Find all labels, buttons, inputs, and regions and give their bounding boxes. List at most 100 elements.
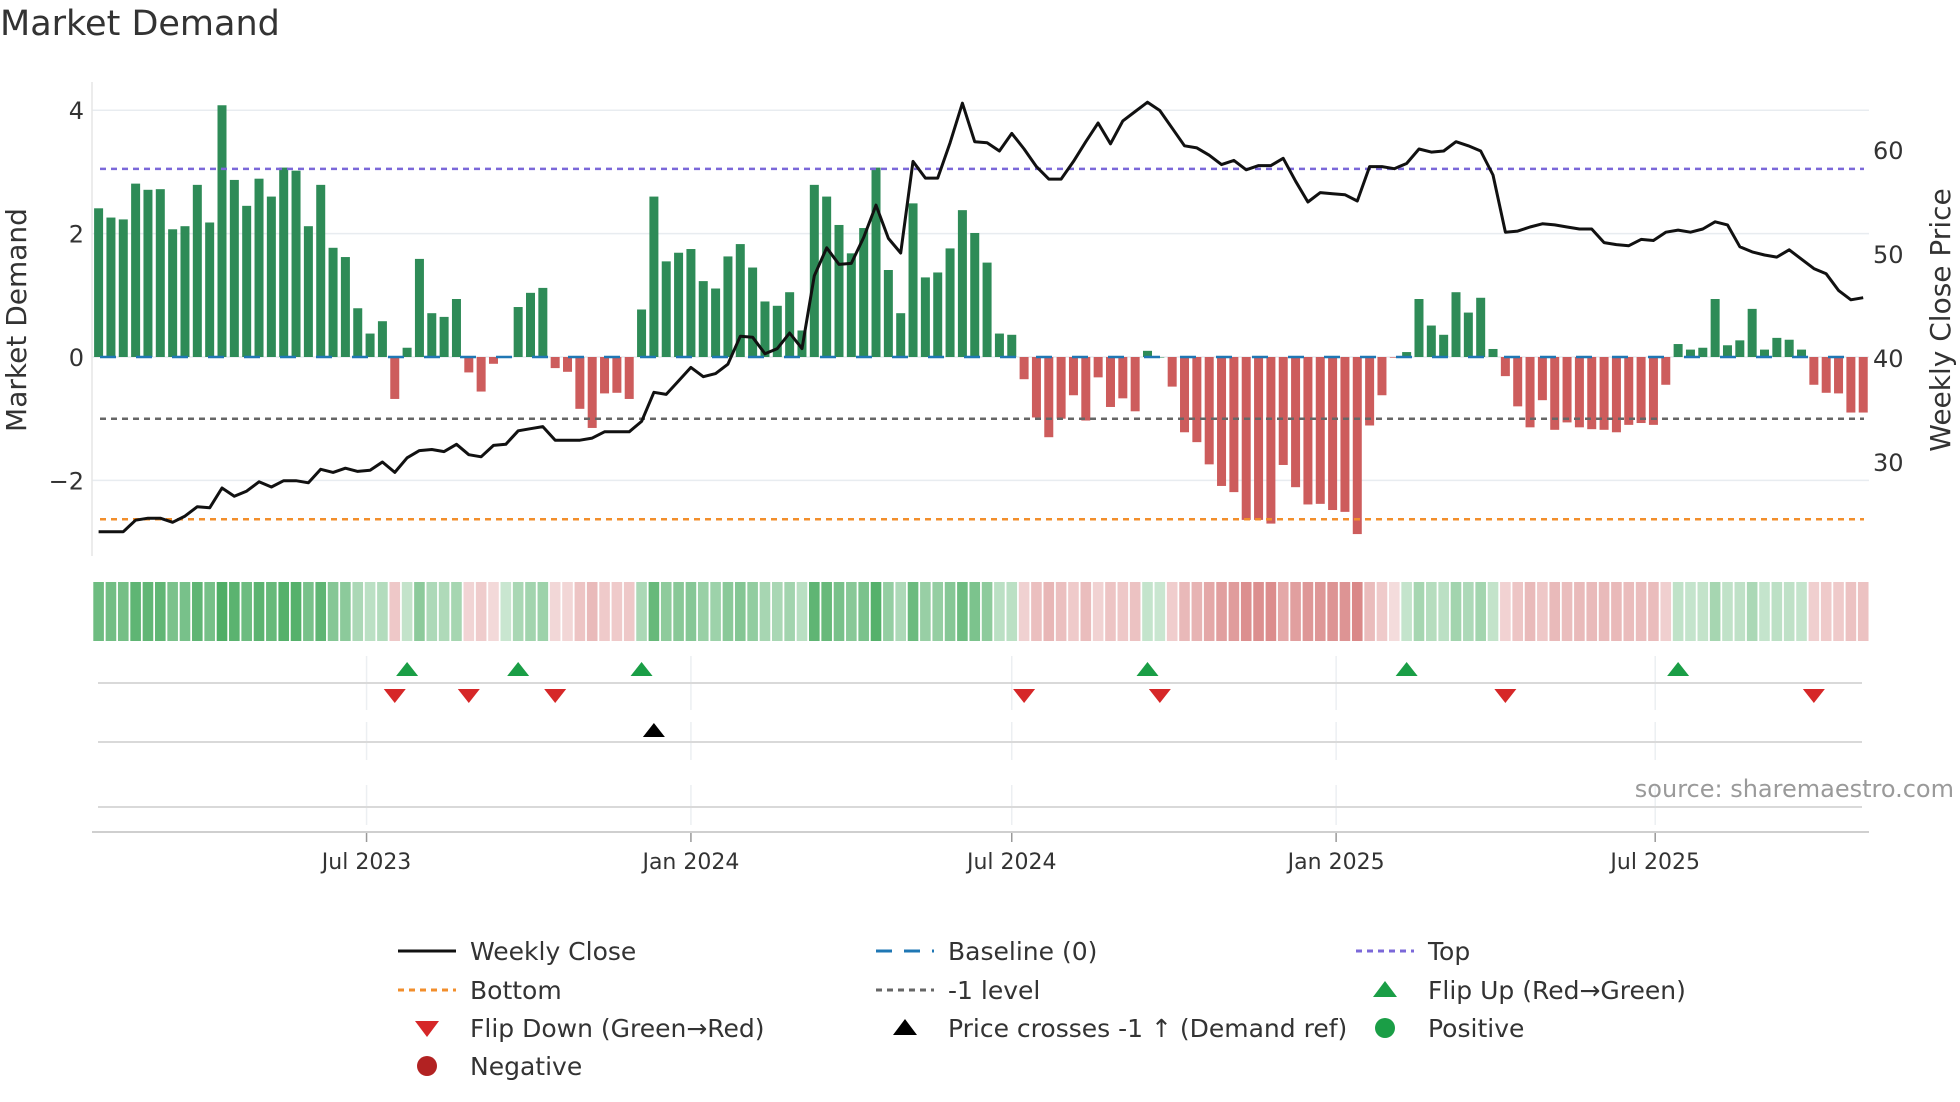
negative-bar [1130,357,1140,412]
demand-heat-cell [1783,582,1795,641]
positive-bar [118,219,128,357]
negative-bar [1365,357,1375,426]
demand-heat-cell [574,582,586,641]
positive-bar [538,287,548,357]
negative-bar [1303,357,1313,505]
negative-bar [563,357,573,372]
positive-bar [846,253,856,357]
demand-heat-cell [253,582,265,641]
demand-heat-cell [1055,582,1067,641]
demand-heat-cell [1623,582,1635,641]
y-tick-label: 0 [69,344,84,372]
negative-bar [1118,357,1128,399]
demand-heat-cell [1759,582,1770,641]
positive-bar [1673,344,1683,357]
positive-bar [686,249,696,357]
flip-up-marker [630,662,653,676]
demand-heat-cell [1092,582,1104,641]
demand-heat-cell [846,582,857,641]
demand-heat-cell [204,582,215,641]
demand-heat-cell [266,582,277,641]
negative-bar [1611,357,1621,433]
flip-up-marker [1667,662,1690,676]
negative-bar [1821,357,1831,393]
demand-heat-cell [747,582,758,641]
positive-bar [1476,297,1486,357]
negative-bar [575,357,585,409]
negative-bar [1562,357,1572,423]
positive-bar [649,196,659,357]
demand-heat-cell [1302,582,1314,641]
demand-heat-cell [303,582,314,641]
demand-heat-cell [784,582,795,641]
demand-heat-cell [216,582,228,641]
demand-heat-cell [1043,582,1055,641]
positive-bar [1710,299,1720,357]
positive-bar [883,270,893,357]
demand-heat-cell [1240,582,1252,641]
positive-bar [834,224,844,357]
demand-heat-cell [1660,582,1672,641]
y-tick-label: 2 [69,221,84,249]
positive-bar [414,258,424,357]
positive-bar [674,252,684,357]
demand-heat-cell [1685,582,1696,641]
demand-heat-cell [1142,582,1153,641]
demand-heat-cell [155,582,166,641]
positive-bar [266,196,276,357]
negative-bar [1093,357,1103,378]
demand-heat-cell [858,582,869,641]
demand-heat-cell [1586,582,1598,641]
demand-heat-cell [1598,582,1610,641]
demand-heat-cell [451,582,462,641]
demand-heat-cell [377,582,388,641]
negative-bar [1044,357,1054,438]
demand-heat-cell [1512,582,1523,641]
demand-heat-cell [611,582,623,641]
positive-bar [957,210,967,357]
negative-bar [1340,357,1350,512]
demand-heat-cell [932,582,944,641]
negative-bar [1278,357,1288,465]
positive-bar [205,222,215,357]
negative-bar [612,357,622,393]
flip-down-marker [544,689,567,703]
flip-down-marker [1013,689,1036,703]
demand-heat-cell [1549,582,1561,641]
demand-heat-cell [907,582,919,641]
positive-bar [822,196,832,357]
positive-bar [920,277,930,357]
demand-heat-cell [870,582,882,641]
negative-bar [1574,357,1584,428]
demand-heat-cell [1734,582,1746,641]
demand-heat-cell [710,582,721,641]
demand-heat-cell [734,582,746,641]
demand-heat-cell [105,582,117,641]
demand-heat-cell [1413,582,1425,641]
y2-tick-label: 30 [1873,449,1904,477]
demand-heat-cell [549,582,561,641]
positive-bar [661,261,671,357]
positive-bar [1414,299,1424,357]
demand-heat-cell [1216,582,1227,641]
x-tick-label: Jan 2025 [1286,850,1385,875]
demand-heat-cell [1808,582,1820,641]
negative-bar [1241,357,1251,520]
negative-bar [1105,357,1115,407]
negative-bar [1846,357,1856,413]
demand-heat-cell [636,582,647,641]
demand-heat-cell [1438,582,1449,641]
negative-bar [1266,357,1276,524]
demand-heat-cell [623,582,635,641]
positive-bar [168,229,178,357]
negative-bar [1661,357,1671,385]
positive-bar [1722,345,1732,357]
flip-up-marker [1136,662,1159,676]
negative-bar [600,357,610,394]
positive-bar [254,178,264,357]
positive-bar [945,248,955,357]
demand-heat-cell [438,582,450,641]
demand-heat-cell [1117,582,1129,641]
demand-heat-cell [1166,582,1178,641]
demand-heat-cell [1648,582,1659,641]
